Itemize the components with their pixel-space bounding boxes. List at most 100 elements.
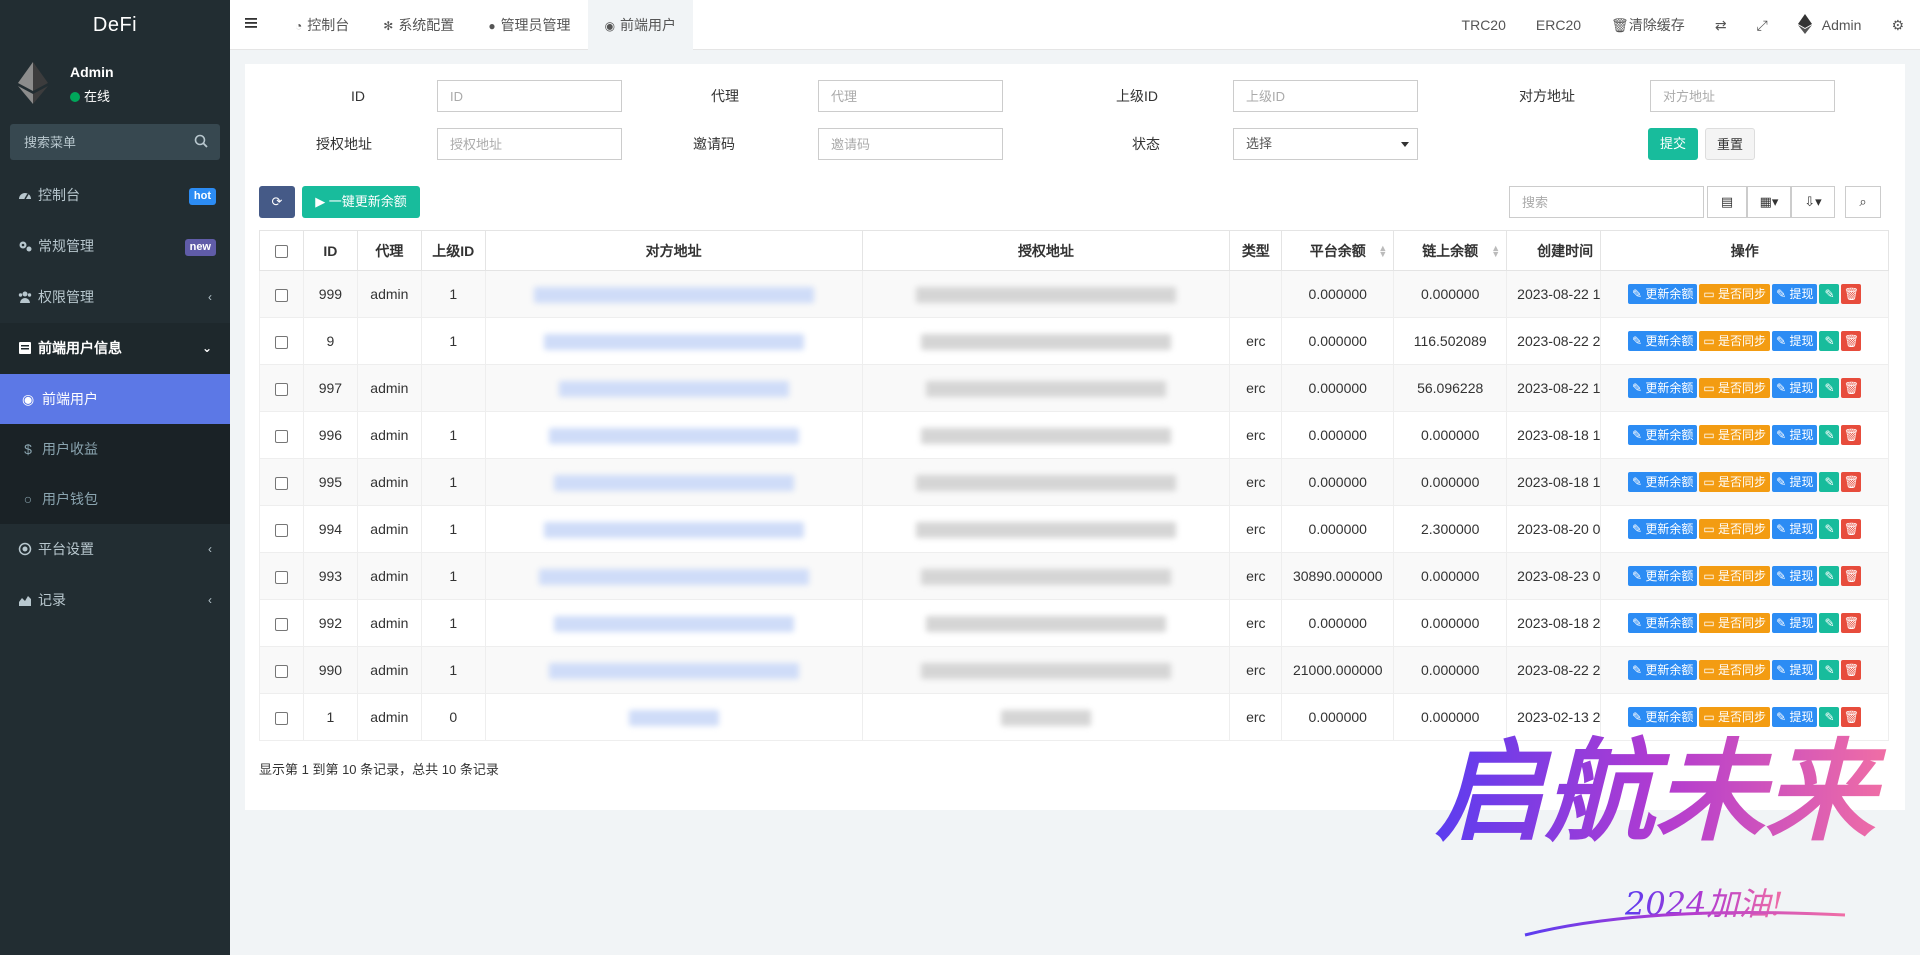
withdraw-button[interactable]: ✎ 提现 [1772, 519, 1818, 539]
withdraw-button[interactable]: ✎ 提现 [1772, 425, 1818, 445]
counter-address-cell[interactable]: 0xB2 7 0b2 ED 20475 [484, 411, 863, 459]
sidebar-item-records[interactable]: 记录 ‹ [0, 575, 230, 626]
language-toggle[interactable]: ⇄ [1700, 0, 1742, 50]
sidebar-item-general[interactable]: 常规管理 new [0, 221, 230, 272]
row-checkbox[interactable] [274, 570, 288, 584]
update-balance-button[interactable]: ✎ 更新余额 [1627, 472, 1698, 492]
counter-address-cell[interactable]: 0 2 D 619 1 d1146513f9b [484, 646, 863, 694]
update-balance-button[interactable]: ✎ 更新余额 [1627, 378, 1698, 398]
sync-toggle-button[interactable]: ▭ 是否同步 [1699, 284, 1771, 304]
filter-status-select[interactable]: 选择 [1233, 128, 1418, 160]
withdraw-button[interactable]: ✎ 提现 [1772, 660, 1818, 680]
table-row[interactable]: 992admin10x f2 d31AFDD9cF8 3b 6 Derc0.00… [259, 599, 1889, 647]
update-balance-button[interactable]: ✎ 更新余额 [1627, 284, 1698, 304]
sidebar-item-user-earnings[interactable]: $ 用户收益 [0, 424, 230, 474]
search-icon[interactable] [194, 134, 208, 148]
delete-button[interactable]: 🗑 [1841, 613, 1862, 633]
col-auth-header[interactable]: 授权地址 [861, 230, 1231, 271]
edit-button[interactable]: ✎ [1819, 425, 1840, 445]
update-all-balance-button[interactable]: ▶ 一键更新余额 [302, 186, 420, 218]
user-menu[interactable]: Admin [1783, 0, 1877, 50]
update-balance-button[interactable]: ✎ 更新余额 [1627, 425, 1698, 445]
select-all-checkbox[interactable] [274, 245, 288, 259]
update-balance-button[interactable]: ✎ 更新余额 [1627, 613, 1698, 633]
col-platform-balance-header[interactable]: 平台余额 ▲ ▼ [1281, 230, 1395, 271]
delete-button[interactable]: 🗑 [1841, 472, 1862, 492]
table-row[interactable]: 997admin 0x 08d615EF5 95309cF80 f5 AFDDer… [259, 364, 1889, 412]
sync-toggle-button[interactable]: ▭ 是否同步 [1699, 660, 1771, 680]
erc20-link[interactable]: ERC20 [1521, 0, 1596, 50]
tab-admin-manage[interactable]: ● 管理员管理 [471, 0, 587, 50]
col-type-header[interactable]: 类型 [1229, 230, 1283, 271]
counter-address-cell[interactable] [484, 270, 863, 318]
col-agent-header[interactable]: 代理 [356, 230, 422, 271]
counter-address-cell[interactable] [484, 693, 863, 741]
counter-address-cell[interactable]: 0x 08d615E [484, 364, 863, 412]
table-row[interactable]: 990admin10 2 D 619 1 d1146513f9b0x2F5 53… [259, 646, 1889, 694]
table-row[interactable]: 996admin10xB2 7 0b2 ED 204750x2F c95309c… [259, 411, 1889, 459]
sidebar-item-users[interactable]: ◉ 前端用户 [0, 374, 230, 424]
sidebar-item-frontend-users[interactable]: 前端用户信息 ⌄ [0, 323, 230, 374]
tab-system-config[interactable]: ✻ 系统配置 [366, 0, 471, 50]
submit-button[interactable]: 提交 [1648, 128, 1698, 160]
menu-toggle-icon[interactable] [244, 15, 260, 31]
counter-address-cell[interactable]: 0 8 3D4a [484, 505, 863, 553]
withdraw-button[interactable]: ✎ 提现 [1772, 566, 1818, 586]
row-checkbox[interactable] [274, 664, 288, 678]
edit-button[interactable]: ✎ [1819, 284, 1840, 304]
edit-button[interactable]: ✎ [1819, 472, 1840, 492]
col-id-header[interactable]: ID [302, 230, 358, 271]
withdraw-button[interactable]: ✎ 提现 [1772, 613, 1818, 633]
update-balance-button[interactable]: ✎ 更新余额 [1627, 331, 1698, 351]
row-checkbox[interactable] [274, 617, 288, 631]
withdraw-button[interactable]: ✎ 提现 [1772, 284, 1818, 304]
delete-button[interactable]: 🗑 [1841, 425, 1862, 445]
update-balance-button[interactable]: ✎ 更新余额 [1627, 566, 1698, 586]
tab-dashboard[interactable]: ◔ 控制台 [278, 0, 366, 50]
tab-frontend-users[interactable]: ◉ 前端用户 [587, 0, 694, 50]
sync-toggle-button[interactable]: ▭ 是否同步 [1699, 425, 1771, 445]
sync-toggle-button[interactable]: ▭ 是否同步 [1699, 378, 1771, 398]
counter-address-cell[interactable]: 0 F Fb0b571 [484, 552, 863, 600]
filter-id-input[interactable] [437, 80, 622, 112]
refresh-button[interactable]: ⟳ [259, 186, 295, 218]
menu-search-input[interactable] [10, 124, 220, 160]
filter-agent-input[interactable] [818, 80, 1003, 112]
sync-toggle-button[interactable]: ▭ 是否同步 [1699, 331, 1771, 351]
table-row[interactable]: 993admin10 F Fb0b5710 80 ferc30890.00000… [259, 552, 1889, 600]
col-parent-header[interactable]: 上级ID [420, 230, 486, 271]
settings-toggle[interactable]: ⚙ [1876, 0, 1920, 50]
advanced-search-button[interactable]: ⌕ [1845, 186, 1881, 218]
sync-toggle-button[interactable]: ▭ 是否同步 [1699, 472, 1771, 492]
table-row[interactable]: 995admin10x 4B F40x2 5Fc9530 ADerc0.0000… [259, 458, 1889, 506]
table-row[interactable]: 994admin10 8 3D4a0x F5Fc9 33berc0.000000… [259, 505, 1889, 553]
export-button[interactable]: ⇩▾ [1791, 186, 1835, 218]
edit-button[interactable]: ✎ [1819, 660, 1840, 680]
update-balance-button[interactable]: ✎ 更新余额 [1627, 519, 1698, 539]
sidebar-item-platform-settings[interactable]: 平台设置 ‹ [0, 524, 230, 575]
withdraw-button[interactable]: ✎ 提现 [1772, 472, 1818, 492]
row-checkbox[interactable] [274, 335, 288, 349]
columns-button[interactable]: ▦▾ [1747, 186, 1791, 218]
col-created-header[interactable]: 创建时间 [1506, 230, 1602, 271]
sidebar-item-permissions[interactable]: 权限管理 ‹ [0, 272, 230, 323]
filter-invite-input[interactable] [818, 128, 1003, 160]
withdraw-button[interactable]: ✎ 提现 [1772, 331, 1818, 351]
sync-toggle-button[interactable]: ▭ 是否同步 [1699, 566, 1771, 586]
sync-toggle-button[interactable]: ▭ 是否同步 [1699, 613, 1771, 633]
filter-auth-input[interactable] [437, 128, 622, 160]
row-checkbox[interactable] [274, 523, 288, 537]
edit-button[interactable]: ✎ [1819, 613, 1840, 633]
filter-parent-input[interactable] [1233, 80, 1418, 112]
toggle-view-button[interactable]: ▤ [1707, 186, 1747, 218]
edit-button[interactable]: ✎ [1819, 378, 1840, 398]
delete-button[interactable]: 🗑 [1841, 378, 1862, 398]
app-logo[interactable]: DeFi [0, 0, 230, 50]
sync-toggle-button[interactable]: ▭ 是否同步 [1699, 519, 1771, 539]
delete-button[interactable]: 🗑 [1841, 284, 1862, 304]
counter-address-cell[interactable]: 0x f2 d31AFDD [484, 599, 863, 647]
withdraw-button[interactable]: ✎ 提现 [1772, 378, 1818, 398]
sidebar-item-dashboard[interactable]: 控制台 hot [0, 170, 230, 221]
row-checkbox[interactable] [274, 711, 288, 725]
delete-button[interactable]: 🗑 [1841, 566, 1862, 586]
